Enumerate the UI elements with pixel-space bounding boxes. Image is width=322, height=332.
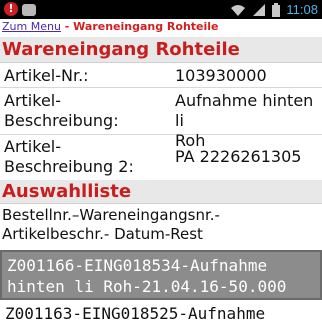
detail-value: 103930000 [175,66,267,85]
breadcrumb: Zum Menu - Wareneingang Rohteile [2,19,219,35]
detail-row-article-number: Artikel-Nr.: 103930000 [0,64,322,88]
clock: 11:08 [286,2,318,17]
signal-icon [253,3,266,16]
breadcrumb-separator: - [60,20,74,33]
android-icon [22,3,36,16]
detail-row-description: Artikel- Beschreibung: Aufnahme hinten l… [0,89,322,150]
battery-icon [272,2,281,17]
detail-section-header: Wareneingang Rohteile [0,37,322,63]
menu-link[interactable]: Zum Menu [2,20,61,33]
selection-section-header: Auswahlliste [0,180,322,204]
system-icons: 11:08 [230,0,318,19]
warning-icon: ! [4,2,18,16]
notification-icons: ! [4,2,36,16]
list-item-selected[interactable]: Z001166-EING018534-Aufnahme hinten li Ro… [0,250,322,300]
wifi-icon [231,4,246,16]
detail-value: PA 2226261305 [175,147,302,166]
detail-row-description-2: Artikel- Beschreibung 2: PA 2226261305 [0,136,322,180]
status-bar: ! 11:08 [0,0,322,19]
detail-label: Artikel- Beschreibung 2: [4,137,134,176]
list-item[interactable]: Z001163-EING018525-Aufnahme [0,302,322,332]
detail-label: Artikel-Nr.: [4,66,89,85]
detail-label: Artikel- Beschreibung: [4,91,119,130]
list-column-caption: Bestellnr.–Wareneingangsnr.- Artikelbesc… [2,206,220,243]
breadcrumb-current: Wareneingang Rohteile [73,20,219,33]
